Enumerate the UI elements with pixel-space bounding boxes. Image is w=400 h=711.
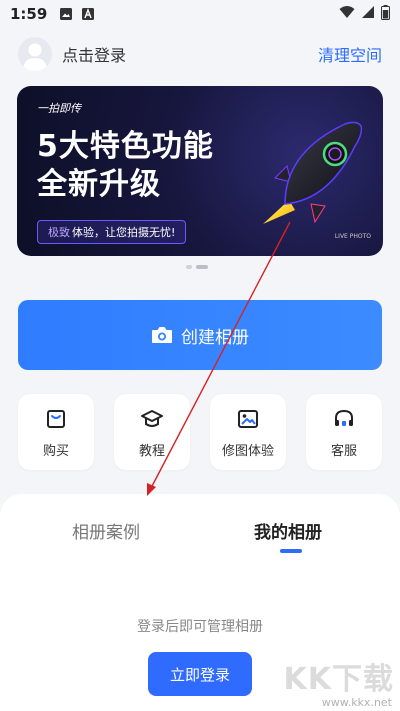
graduation-cap-icon [140,406,164,432]
banner-title-line2: 全新升级 [37,167,161,202]
active-tab-indicator [280,549,302,553]
function-label: 购买 [42,443,69,459]
carousel-indicator [186,265,208,269]
banner-tag: LIVE PHOTO [334,233,371,240]
function-photo-editing[interactable]: 修图体验 [210,394,286,470]
shopping-bag-icon [45,406,67,432]
function-tutorial[interactable]: 教程 [114,394,190,470]
image-icon [237,406,259,432]
carousel-dot [186,265,192,269]
function-label: 修图体验 [221,443,274,459]
clear-space-link[interactable]: 清理空间 [318,42,382,66]
wifi-icon [339,5,355,23]
login-prompt[interactable]: 点击登录 [62,42,126,66]
status-bar: 1:59 [0,0,400,28]
watermark-logo: KK下载 [283,662,394,697]
watermark: KK下载 www.kkx.net [282,654,400,711]
carousel-dot-active [196,265,208,269]
headset-icon [333,406,355,432]
tab-my-albums[interactable]: 我的相册 [254,518,322,543]
banner-chip: 极致 体验，让您拍摄无忧! [37,220,187,244]
status-time: 1:59 [10,5,48,23]
promo-banner[interactable]: 一拍即传 5大特色功能 全新升级 极致 体验，让您拍摄无忧! LIVE PHOT… [17,86,383,256]
avatar[interactable] [18,37,52,71]
banner-title-line1: 5大特色功能 [37,129,214,164]
function-buy[interactable]: 购买 [18,394,94,470]
gallery-notification-icon [59,7,73,21]
banner-title: 5大特色功能 全新升级 [37,128,214,204]
empty-state-message: 登录后即可管理相册 [137,619,263,635]
header: 点击登录 清理空间 [18,36,382,72]
function-customer-service[interactable]: 客服 [306,394,382,470]
banner-brand: 一拍即传 [37,102,81,115]
login-now-button[interactable]: 立即登录 [148,652,252,696]
banner-chip-text: 体验，让您拍摄无忧! [72,226,176,239]
create-album-label: 创建相册 [181,327,249,348]
create-album-button[interactable]: 创建相册 [18,300,382,370]
function-label: 教程 [138,443,165,459]
watermark-url: www.kkx.net [321,696,392,709]
function-label: 客服 [330,443,357,459]
app-notification-icon [81,7,95,21]
battery-icon [381,4,390,24]
signal-icon [361,5,375,23]
camera-icon [151,326,173,344]
tab-album-cases[interactable]: 相册案例 [72,518,140,543]
rocket-icon [263,121,363,224]
user-icon [23,43,47,71]
banner-chip-highlight: 极致 [48,226,70,239]
function-grid: 购买 教程 修图体验 客服 [18,394,382,470]
